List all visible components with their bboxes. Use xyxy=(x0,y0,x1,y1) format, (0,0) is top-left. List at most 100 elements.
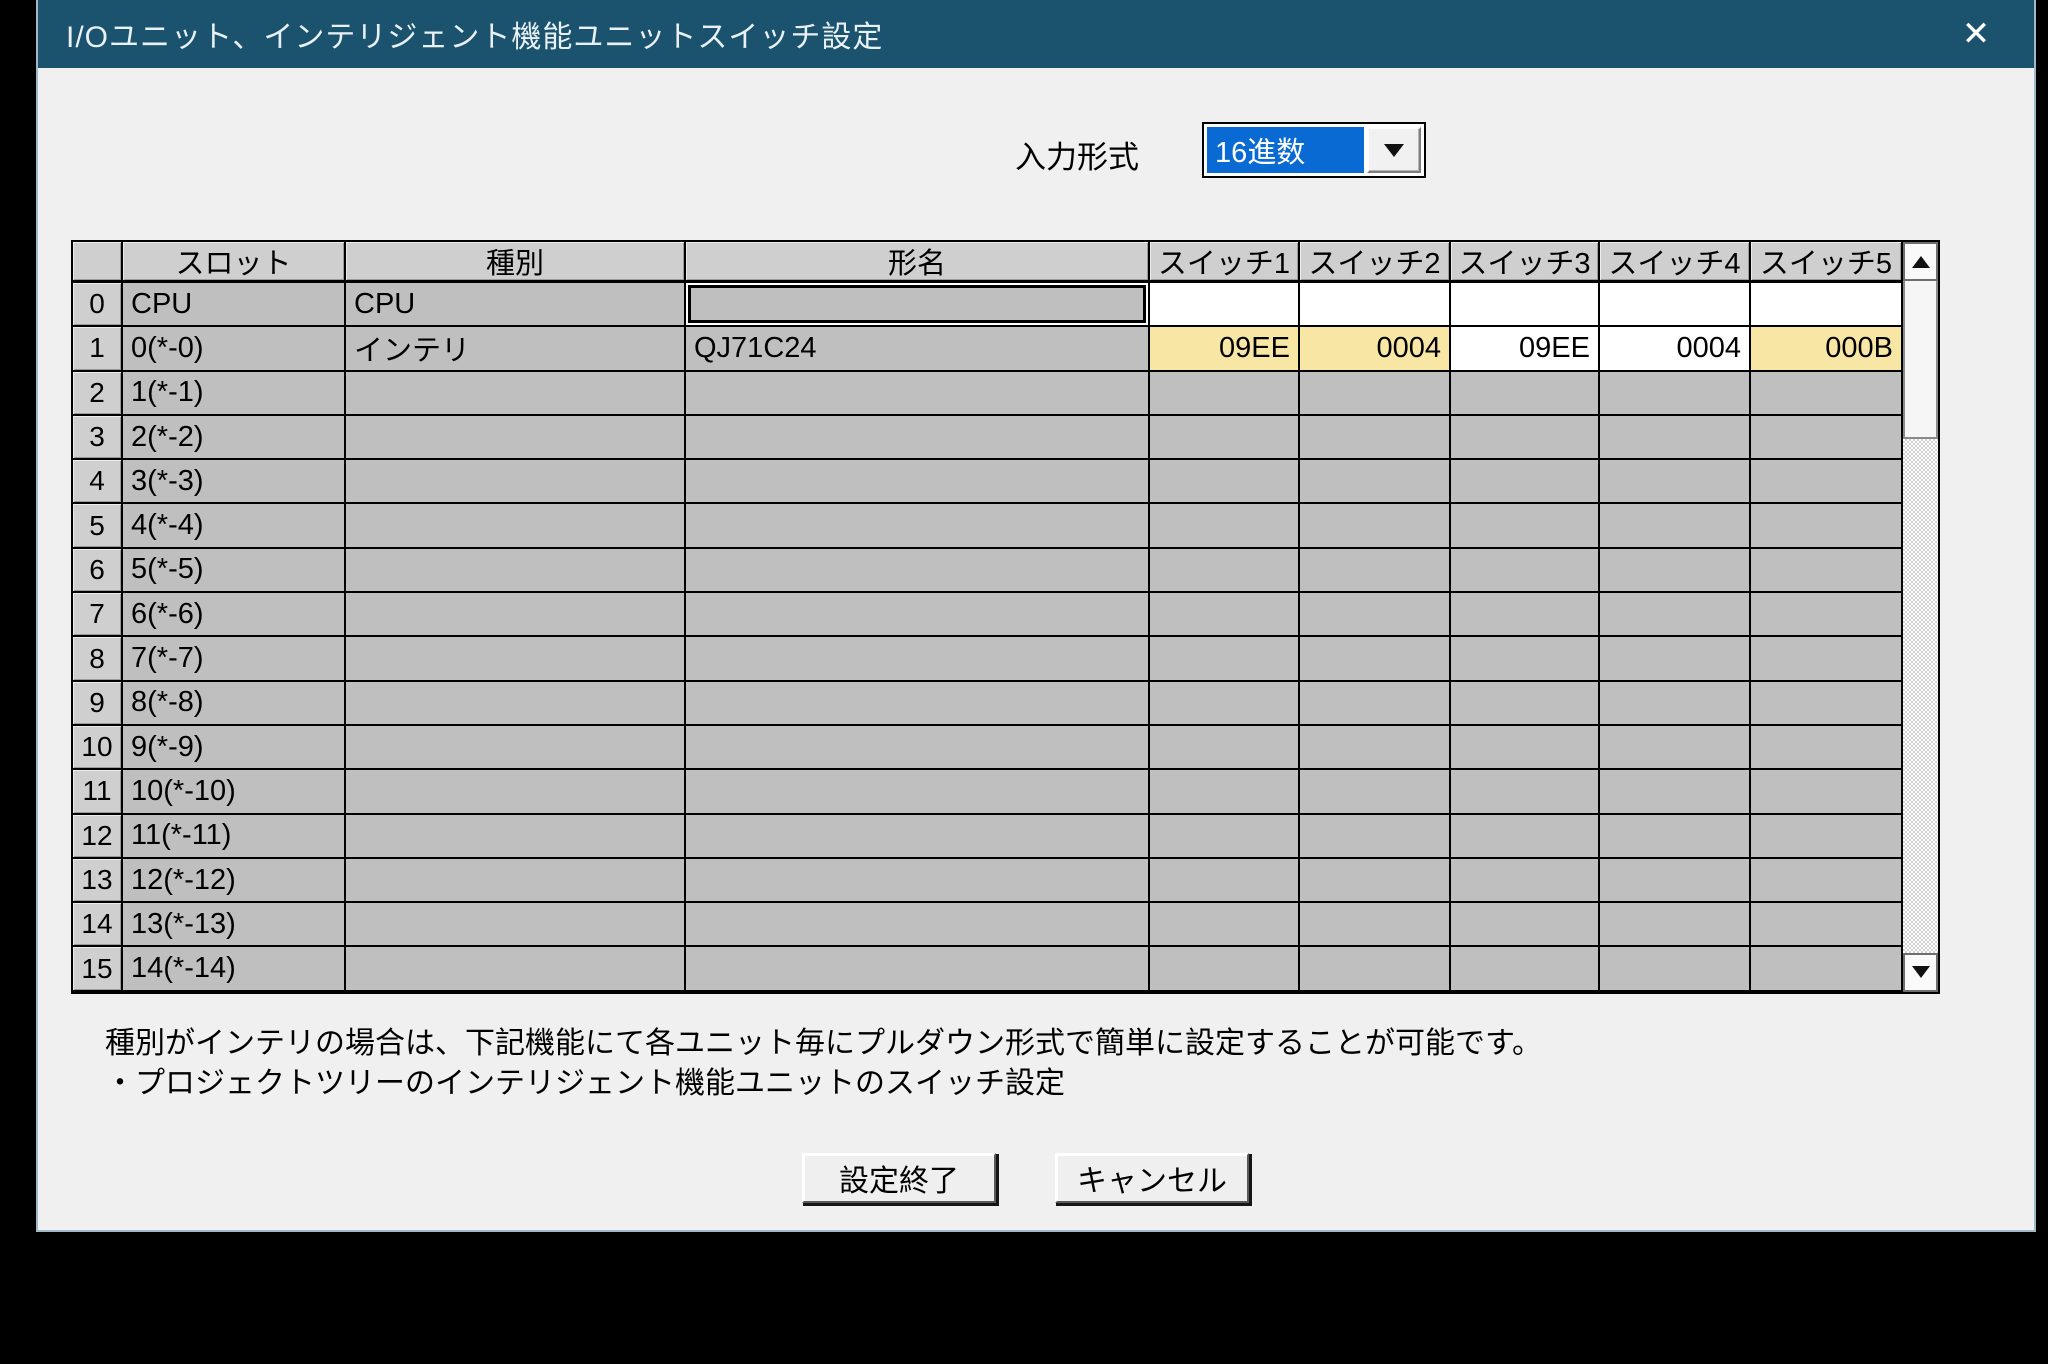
switch-cell[interactable] xyxy=(1150,593,1300,637)
switch-cell[interactable] xyxy=(1600,947,1751,991)
switch-cell[interactable] xyxy=(1300,682,1451,726)
switch-cell[interactable] xyxy=(1600,593,1751,637)
switch-cell[interactable] xyxy=(1150,859,1300,903)
type-cell[interactable] xyxy=(346,637,686,681)
switch-cell[interactable] xyxy=(1451,593,1600,637)
switch-cell[interactable] xyxy=(1451,283,1600,327)
switch-cell[interactable] xyxy=(1300,815,1451,859)
switch-cell[interactable] xyxy=(1600,770,1751,814)
switch-cell[interactable] xyxy=(1451,372,1600,416)
switch-cell[interactable] xyxy=(1150,815,1300,859)
switch-cell[interactable] xyxy=(1451,770,1600,814)
switch-cell[interactable] xyxy=(1150,549,1300,593)
switch-cell[interactable] xyxy=(1150,637,1300,681)
switch-cell[interactable] xyxy=(1751,726,1901,770)
switch-cell[interactable] xyxy=(1150,903,1300,947)
model-cell[interactable] xyxy=(686,416,1150,460)
switch-cell[interactable] xyxy=(1600,637,1751,681)
switch-cell[interactable] xyxy=(1751,504,1901,548)
switch-cell[interactable] xyxy=(1300,903,1451,947)
type-cell[interactable] xyxy=(346,682,686,726)
switch-cell[interactable] xyxy=(1600,283,1751,327)
close-button[interactable]: ✕ xyxy=(1940,0,2012,68)
switch-cell[interactable] xyxy=(1600,372,1751,416)
switch-cell[interactable] xyxy=(1600,682,1751,726)
switch-cell[interactable] xyxy=(1300,460,1451,504)
switch-cell[interactable]: 000B xyxy=(1751,327,1901,371)
switch-cell[interactable] xyxy=(1751,593,1901,637)
switch-cell[interactable] xyxy=(1150,947,1300,991)
switch-cell[interactable] xyxy=(1150,726,1300,770)
slot-cell[interactable]: CPU xyxy=(123,283,346,327)
switch-cell[interactable] xyxy=(1751,372,1901,416)
model-cell[interactable] xyxy=(686,682,1150,726)
type-cell[interactable] xyxy=(346,372,686,416)
model-cell[interactable] xyxy=(686,504,1150,548)
type-cell[interactable] xyxy=(346,947,686,991)
model-cell[interactable] xyxy=(686,815,1150,859)
slot-cell[interactable]: 14(*-14) xyxy=(123,947,346,991)
switch-cell[interactable] xyxy=(1451,549,1600,593)
switch-cell[interactable] xyxy=(1300,726,1451,770)
model-cell[interactable] xyxy=(686,637,1150,681)
model-cell[interactable]: QJ71C24 xyxy=(686,327,1150,371)
switch-cell[interactable] xyxy=(1300,372,1451,416)
model-cell[interactable] xyxy=(686,947,1150,991)
slot-cell[interactable]: 13(*-13) xyxy=(123,903,346,947)
switch-cell[interactable] xyxy=(1600,903,1751,947)
switch-cell[interactable] xyxy=(1600,416,1751,460)
type-cell[interactable]: インテリ xyxy=(346,327,686,371)
slot-cell[interactable]: 2(*-2) xyxy=(123,416,346,460)
switch-cell[interactable]: 0004 xyxy=(1300,327,1451,371)
scroll-down-button[interactable] xyxy=(1903,953,1938,992)
switch-cell[interactable] xyxy=(1451,859,1600,903)
type-cell[interactable] xyxy=(346,903,686,947)
switch-cell[interactable] xyxy=(1150,504,1300,548)
switch-cell[interactable] xyxy=(1751,549,1901,593)
slot-cell[interactable]: 8(*-8) xyxy=(123,682,346,726)
input-format-combobox[interactable]: 16進数 xyxy=(1202,122,1426,178)
switch-cell[interactable] xyxy=(1451,815,1600,859)
scrollbar-track[interactable] xyxy=(1903,439,1938,953)
slot-cell[interactable]: 3(*-3) xyxy=(123,460,346,504)
switch-cell[interactable] xyxy=(1300,947,1451,991)
model-cell[interactable] xyxy=(686,726,1150,770)
model-cell[interactable] xyxy=(686,593,1150,637)
switch-cell[interactable] xyxy=(1751,947,1901,991)
slot-cell[interactable]: 12(*-12) xyxy=(123,859,346,903)
slot-cell[interactable]: 1(*-1) xyxy=(123,372,346,416)
switch-cell[interactable] xyxy=(1751,815,1901,859)
switch-cell[interactable] xyxy=(1300,549,1451,593)
model-cell[interactable] xyxy=(686,770,1150,814)
switch-cell[interactable] xyxy=(1300,593,1451,637)
type-cell[interactable] xyxy=(346,859,686,903)
switch-cell[interactable]: 09EE xyxy=(1451,327,1600,371)
slot-cell[interactable]: 11(*-11) xyxy=(123,815,346,859)
switch-cell[interactable] xyxy=(1150,416,1300,460)
type-cell[interactable] xyxy=(346,549,686,593)
switch-cell[interactable] xyxy=(1150,682,1300,726)
switch-cell[interactable] xyxy=(1751,460,1901,504)
combobox-dropdown-button[interactable] xyxy=(1367,127,1421,173)
model-cell[interactable] xyxy=(686,903,1150,947)
switch-cell[interactable] xyxy=(1451,947,1600,991)
vertical-scrollbar[interactable] xyxy=(1903,240,1940,994)
switch-cell[interactable] xyxy=(1451,726,1600,770)
switch-cell[interactable] xyxy=(1300,859,1451,903)
type-cell[interactable] xyxy=(346,460,686,504)
model-cell[interactable] xyxy=(686,859,1150,903)
model-cell[interactable] xyxy=(686,283,1150,327)
model-cell[interactable] xyxy=(686,549,1150,593)
switch-cell[interactable] xyxy=(1600,460,1751,504)
switch-cell[interactable] xyxy=(1451,504,1600,548)
slot-cell[interactable]: 5(*-5) xyxy=(123,549,346,593)
switch-cell[interactable] xyxy=(1451,637,1600,681)
switch-cell[interactable] xyxy=(1751,283,1901,327)
cancel-button[interactable]: キャンセル xyxy=(1055,1153,1249,1203)
type-cell[interactable] xyxy=(346,416,686,460)
switch-cell[interactable] xyxy=(1451,460,1600,504)
switch-cell[interactable]: 09EE xyxy=(1150,327,1300,371)
slot-cell[interactable]: 9(*-9) xyxy=(123,726,346,770)
switch-cell[interactable] xyxy=(1751,903,1901,947)
slot-cell[interactable]: 0(*-0) xyxy=(123,327,346,371)
